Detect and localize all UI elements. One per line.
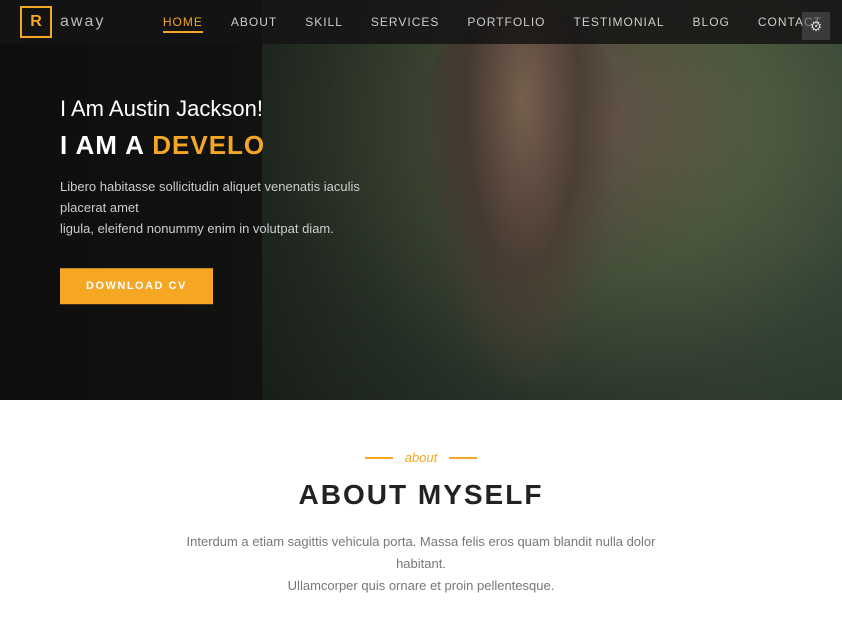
nav-link-home[interactable]: HOME — [163, 15, 203, 33]
nav-link-blog[interactable]: BLOG — [693, 15, 730, 29]
nav-link-about[interactable]: ABOUT — [231, 15, 277, 29]
nav-links: HOME ABOUT SKILL SERVICES PORTFOLIO TEST… — [163, 13, 822, 31]
brand-name: away — [60, 13, 105, 31]
section-tag: about — [20, 450, 822, 465]
about-tag-label: about — [405, 450, 438, 465]
nav-item-blog[interactable]: BLOG — [693, 13, 730, 31]
nav-item-portfolio[interactable]: PORTFOLIO — [467, 13, 545, 31]
hero-content: I Am Austin Jackson! I AM A DEVELO Liber… — [60, 96, 380, 304]
about-description: Interdum a etiam sagittis vehicula porta… — [171, 531, 671, 597]
logo-icon: R — [20, 6, 52, 38]
navbar: R away HOME ABOUT SKILL SERVICES PORTFOL… — [0, 0, 842, 44]
download-cv-button[interactable]: DOWNLOAD CV — [60, 268, 213, 304]
nav-link-testimonial[interactable]: TESTIMONIAL — [574, 15, 665, 29]
nav-item-services[interactable]: SERVICES — [371, 13, 439, 31]
nav-item-about[interactable]: ABOUT — [231, 13, 277, 31]
about-section: about ABOUT MYSELF Interdum a etiam sagi… — [0, 400, 842, 637]
nav-item-testimonial[interactable]: TESTIMONIAL — [574, 13, 665, 31]
hero-title-highlight: DEVELO — [152, 130, 265, 160]
hero-title-prefix: I AM A — [60, 130, 144, 160]
hero-title: I AM A DEVELO — [60, 130, 380, 161]
about-title: ABOUT MYSELF — [20, 479, 822, 511]
hero-section: R away HOME ABOUT SKILL SERVICES PORTFOL… — [0, 0, 842, 400]
logo[interactable]: R away — [20, 6, 105, 38]
hero-description: Libero habitasse sollicitudin aliquet ve… — [60, 177, 380, 239]
tag-line-right — [449, 457, 477, 459]
nav-link-portfolio[interactable]: PORTFOLIO — [467, 15, 545, 29]
gear-icon: ⚙ — [810, 18, 823, 35]
tag-line-left — [365, 457, 393, 459]
nav-link-services[interactable]: SERVICES — [371, 15, 439, 29]
nav-item-skill[interactable]: SKILL — [305, 13, 343, 31]
hero-greeting: I Am Austin Jackson! — [60, 96, 380, 122]
nav-item-home[interactable]: HOME — [163, 13, 203, 31]
nav-link-skill[interactable]: SKILL — [305, 15, 343, 29]
settings-button[interactable]: ⚙ — [802, 12, 830, 40]
